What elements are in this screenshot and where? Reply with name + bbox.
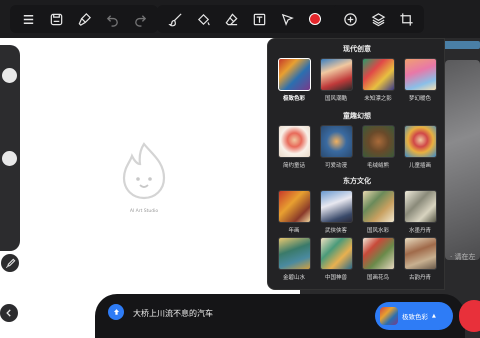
generate-button[interactable]: [459, 300, 480, 332]
style-label: 国画花鸟: [366, 275, 389, 281]
redo-icon[interactable]: [128, 7, 152, 31]
collapse-sidebar-button[interactable]: [0, 304, 18, 322]
style-label: 金碧山水: [282, 275, 305, 281]
style-label: 武侠侠客: [324, 228, 347, 234]
style-thumbnail: [277, 237, 311, 270]
style-thumbnail: [403, 58, 437, 91]
style-item-oriental-8[interactable]: 古韵丹青: [403, 237, 437, 281]
crop-icon[interactable]: [394, 7, 418, 31]
style-label: 极致色彩: [282, 96, 305, 102]
flame-mascot-icon: [122, 142, 166, 200]
style-label: 简约童话: [282, 163, 305, 169]
clear-brush-icon[interactable]: [72, 7, 96, 31]
style-item-modern-1[interactable]: 极致色彩: [277, 58, 311, 102]
style-item-fantasy-2[interactable]: 可爱动漫: [319, 125, 353, 169]
style-item-modern-3[interactable]: 未知漂之影: [361, 58, 395, 102]
style-item-fantasy-1[interactable]: 简约童话: [277, 125, 311, 169]
brush-size-slider[interactable]: [0, 45, 20, 251]
style-label: 中国神兽: [324, 275, 347, 281]
style-item-oriental-1[interactable]: 年画: [277, 190, 311, 234]
style-label: 国风水彩: [366, 228, 389, 234]
style-item-oriental-4[interactable]: 水墨丹青: [403, 190, 437, 234]
style-select-button[interactable]: 极致色彩 ▲: [375, 302, 453, 330]
toolbar-layer-group: [332, 5, 424, 33]
style-label: 儿童插画: [408, 163, 431, 169]
style-label: 国风潮酷: [324, 96, 347, 102]
category-title-modern: 现代创意: [343, 45, 371, 53]
eyedropper-icon[interactable]: [1, 254, 19, 272]
style-item-fantasy-4[interactable]: 儿童插画: [403, 125, 437, 169]
style-label: 梦幻暖色: [408, 96, 431, 102]
style-thumbnail: [361, 190, 395, 223]
style-item-oriental-6[interactable]: 中国神兽: [319, 237, 353, 281]
style-item-oriental-2[interactable]: 武侠侠客: [319, 190, 353, 234]
category-title-fantasy: 童趣幻想: [343, 112, 371, 120]
style-item-modern-2[interactable]: 国风潮酷: [319, 58, 353, 102]
add-icon[interactable]: [338, 7, 362, 31]
eraser-icon[interactable]: [219, 7, 243, 31]
style-thumbnail: [277, 125, 311, 158]
style-thumbnail: [277, 190, 311, 223]
brush-icon[interactable]: [163, 7, 187, 31]
text-icon[interactable]: [247, 7, 271, 31]
style-thumbnail: [403, 125, 437, 158]
canvas-empty-text: AI Art Studio: [129, 209, 159, 214]
canvas-empty-state: AI Art Studio: [112, 140, 176, 214]
style-item-oriental-5[interactable]: 金碧山水: [277, 237, 311, 281]
toolbar-draw-group: [157, 5, 351, 33]
caret-up-icon: ▲: [432, 313, 436, 319]
preview-image: [445, 60, 480, 260]
style-thumbnail: [361, 237, 395, 270]
style-label: 毛绒绒熊: [366, 163, 389, 169]
preview-progress: [440, 41, 480, 49]
slider-knob-top[interactable]: [2, 68, 17, 83]
style-item-oriental-3[interactable]: 国风水彩: [361, 190, 395, 234]
style-thumbnail: [361, 125, 395, 158]
style-label: 古韵丹青: [408, 275, 431, 281]
style-thumbnail: [277, 58, 311, 91]
style-thumbnail: [319, 125, 353, 158]
style-label: 水墨丹青: [408, 228, 431, 234]
style-thumbnail: [403, 190, 437, 223]
style-thumbnail: [361, 58, 395, 91]
category-title-oriental: 东方文化: [343, 177, 371, 185]
save-icon[interactable]: [44, 7, 68, 31]
slider-knob-bottom[interactable]: [2, 151, 17, 166]
color-picker-button[interactable]: [303, 7, 327, 31]
current-color-swatch: [309, 13, 321, 25]
fill-icon[interactable]: [191, 7, 215, 31]
style-label: 未知漂之影: [364, 96, 392, 102]
prompt-input[interactable]: 大桥上川流不息的汽车: [133, 308, 213, 319]
style-picker-panel: 现代创意 极致色彩 国风潮酷 未知漂之影 梦幻暖色 童趣幻想 简约童话 可爱动漫…: [267, 38, 445, 290]
style-label: 可爱动漫: [324, 163, 347, 169]
style-thumbnail: [319, 190, 353, 223]
menu-icon[interactable]: [16, 7, 40, 31]
style-label: 年画: [288, 228, 300, 234]
style-thumbnail: [319, 237, 353, 270]
style-item-oriental-7[interactable]: 国画花鸟: [361, 237, 395, 281]
style-thumbnail: [319, 58, 353, 91]
style-item-fantasy-3[interactable]: 毛绒绒熊: [361, 125, 395, 169]
style-select-label: 极致色彩: [402, 313, 428, 321]
style-thumbnail: [403, 237, 437, 270]
prompt-upload-icon[interactable]: [108, 304, 124, 320]
style-item-modern-4[interactable]: 梦幻暖色: [403, 58, 437, 102]
style-select-thumbnail: [380, 307, 398, 325]
toolbar-file-group: [10, 5, 158, 33]
select-icon[interactable]: [275, 7, 299, 31]
layers-icon[interactable]: [366, 7, 390, 31]
preview-hint: · 请在左: [450, 253, 476, 261]
undo-icon[interactable]: [100, 7, 124, 31]
